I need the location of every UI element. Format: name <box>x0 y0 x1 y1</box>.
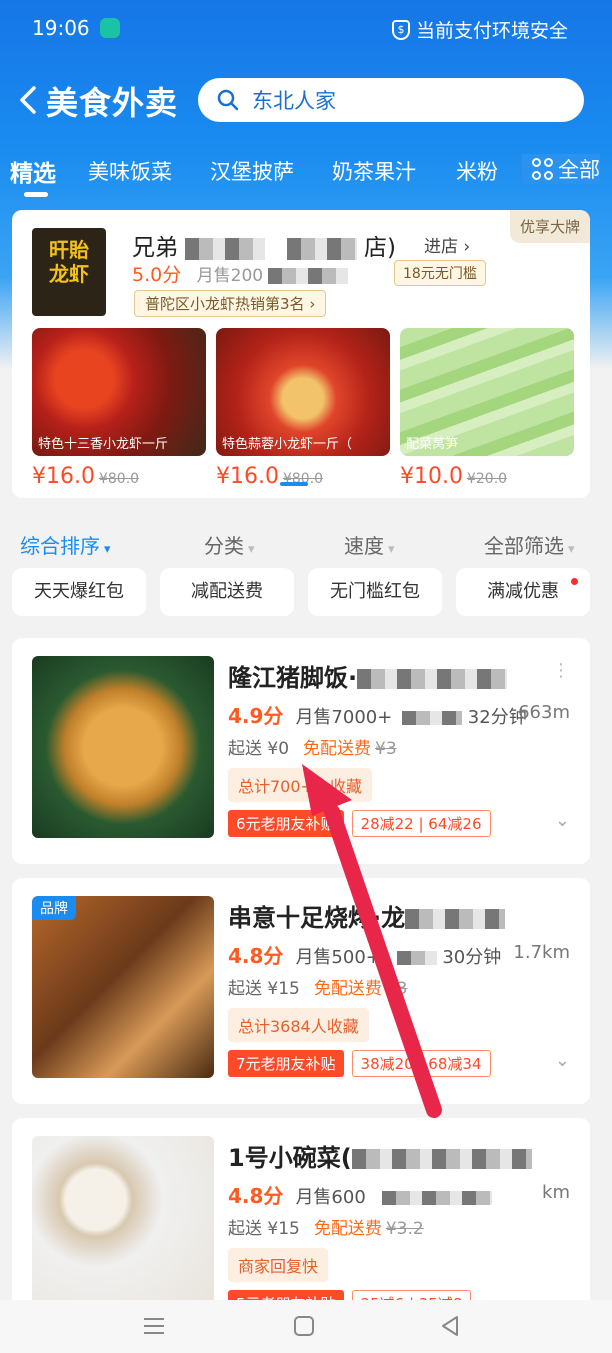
all-categories-label: 全部 <box>558 158 600 182</box>
store-distance: 663m <box>518 702 570 723</box>
notification-dot <box>571 578 578 585</box>
store-name: 串意十足烧烤·龙 <box>228 898 506 933</box>
secure-text: 当前支付环境安全 <box>415 20 568 42</box>
dish-card[interactable]: 特色十三香小龙虾一斤 ¥16.0 ¥80.0 <box>32 328 206 489</box>
enter-store-link[interactable]: 进店 › <box>424 232 470 257</box>
delivery-info: 起送 ¥0 免配送费 ¥3 <box>228 739 397 759</box>
featured-meta: 5.0分 月售200 <box>132 260 349 287</box>
chip-daily-redpacket[interactable]: 天天爆红包 <box>12 568 146 616</box>
featured-store-name: 兄弟 店) <box>132 235 396 261</box>
tab-indicator <box>24 192 48 197</box>
grid-icon <box>532 158 554 180</box>
delivery-info: 起送 ¥15 免配送费 ¥3.2 <box>228 1219 424 1239</box>
sort-bar: 综合排序 分类 速度 全部筛选 <box>0 524 612 564</box>
tab-featured[interactable]: 精选 <box>10 154 56 188</box>
chip-reduce-delivery[interactable]: 减配送费 <box>160 568 294 616</box>
dish-image: 特色蒜蓉小龙虾一斤（ <box>216 328 390 456</box>
status-time: 19:06 <box>32 16 90 40</box>
chevron-down-icon[interactable]: ⌄ <box>555 810 570 831</box>
store-logo: 旰貽 龙虾 <box>32 228 106 316</box>
blurred-text <box>268 268 349 284</box>
store-name: 1号小碗菜( <box>228 1138 532 1173</box>
brand-badge: 品牌 <box>32 896 76 920</box>
blurred-text <box>185 237 266 260</box>
brand-tag: 优享大牌 <box>509 210 590 243</box>
shield-icon: $ <box>391 19 410 40</box>
dish-image: 配菜莴笋 <box>400 328 574 456</box>
store-image <box>32 656 214 838</box>
tab-burger-pizza[interactable]: 汉堡披萨 <box>210 156 294 186</box>
sort-all-filters[interactable]: 全部筛选 <box>484 530 575 559</box>
menu-icon[interactable] <box>142 1314 166 1338</box>
promo-row: 7元老朋友补贴 38减20 | 68减34 <box>228 1050 491 1077</box>
back-arrow-icon[interactable] <box>14 84 42 116</box>
store-name: 隆江猪脚饭· <box>228 658 508 693</box>
store-tag: 商家回复快 <box>228 1248 329 1282</box>
store-tag: 总计700+人收藏 <box>228 768 372 802</box>
page-title: 美食外卖 <box>46 84 179 122</box>
carousel-indicator <box>280 482 308 486</box>
store-image: 品牌 <box>32 896 214 1078</box>
dish-card[interactable]: 特色蒜蓉小龙虾一斤（ ¥16.0 ¥80.0 <box>216 328 390 489</box>
app-notification-icon <box>100 18 120 38</box>
store-stats: 4.8分 月售600 <box>228 1180 492 1209</box>
secure-indicator: $ 当前支付环境安全 <box>391 16 568 43</box>
dish-price: ¥10.0 ¥20.0 <box>400 464 508 489</box>
featured-store-card[interactable]: 旰貽 龙虾 兄弟 店) 进店 › 优享大牌 5.0分 月售200 18元无门槛 … <box>12 210 590 498</box>
store-card[interactable]: 隆江猪脚饭· ⋮ 4.9分 月售7000+ 32分钟 663m 起送 ¥0 免配送费… <box>12 638 590 864</box>
search-input[interactable]: 东北人家 <box>198 78 584 122</box>
no-threshold-badge: 18元无门槛 <box>394 260 486 286</box>
back-icon[interactable] <box>438 1314 462 1338</box>
title-bar: 美食外卖 东北人家 <box>0 70 612 130</box>
sort-speed[interactable]: 速度 <box>344 530 395 559</box>
tab-milk-tea[interactable]: 奶茶果汁 <box>332 156 416 186</box>
store-distance: km <box>542 1182 570 1203</box>
sort-category[interactable]: 分类 <box>204 530 255 559</box>
search-icon <box>217 89 239 111</box>
featured-score: 5.0分 <box>132 264 182 286</box>
store-stats: 4.8分 月售500+ 30分钟 <box>228 944 502 968</box>
tab-rice-noodle[interactable]: 米粉 <box>456 156 498 186</box>
store-card[interactable]: 品牌 串意十足烧烤·龙 4.8分 月售500+ 30分钟 1.7km 起送 ¥15… <box>12 878 590 1104</box>
store-image <box>32 1136 214 1318</box>
dish-image: 特色十三香小龙虾一斤 <box>32 328 206 456</box>
filter-chips: 天天爆红包 减配送费 无门槛红包 满减优惠 <box>0 568 612 618</box>
rank-badge[interactable]: 普陀区小龙虾热销第3名 › <box>134 290 327 317</box>
store-card[interactable]: 1号小碗菜( 4.8分 月售600 km 起送 ¥15 免配送费 ¥3.2 商家回复快… <box>12 1118 590 1318</box>
sort-comprehensive[interactable]: 综合排序 <box>20 530 111 559</box>
store-stats: 4.9分 月售7000+ 32分钟 <box>228 704 527 728</box>
delivery-info: 起送 ¥15 免配送费 ¥3 <box>228 979 408 999</box>
search-value: 东北人家 <box>252 89 336 113</box>
chip-discount[interactable]: 满减优惠 <box>456 568 590 616</box>
all-categories-button[interactable]: 全部 <box>522 154 600 184</box>
dish-card[interactable]: 配菜莴笋 ¥10.0 ¥20.0 <box>400 328 574 489</box>
store-tag: 总计3684人收藏 <box>228 1008 369 1042</box>
promo-row: 6元老朋友补贴 28减22 | 64减26 <box>228 810 491 837</box>
blurred-text <box>286 237 357 260</box>
status-bar: 19:06 $ 当前支付环境安全 <box>0 0 612 56</box>
chevron-down-icon[interactable]: ⌄ <box>555 1050 570 1071</box>
home-icon[interactable] <box>292 1314 316 1338</box>
chip-no-threshold[interactable]: 无门槛红包 <box>308 568 442 616</box>
category-tabs: 精选 美味饭菜 汉堡披萨 奶茶果汁 米粉 全部 <box>0 150 612 206</box>
dish-price: ¥16.0 ¥80.0 <box>32 464 140 489</box>
system-nav-bar <box>0 1300 612 1353</box>
store-distance: 1.7km <box>513 942 570 963</box>
more-options-icon[interactable]: ⋮ <box>552 660 570 681</box>
tab-meals[interactable]: 美味饭菜 <box>88 156 172 186</box>
